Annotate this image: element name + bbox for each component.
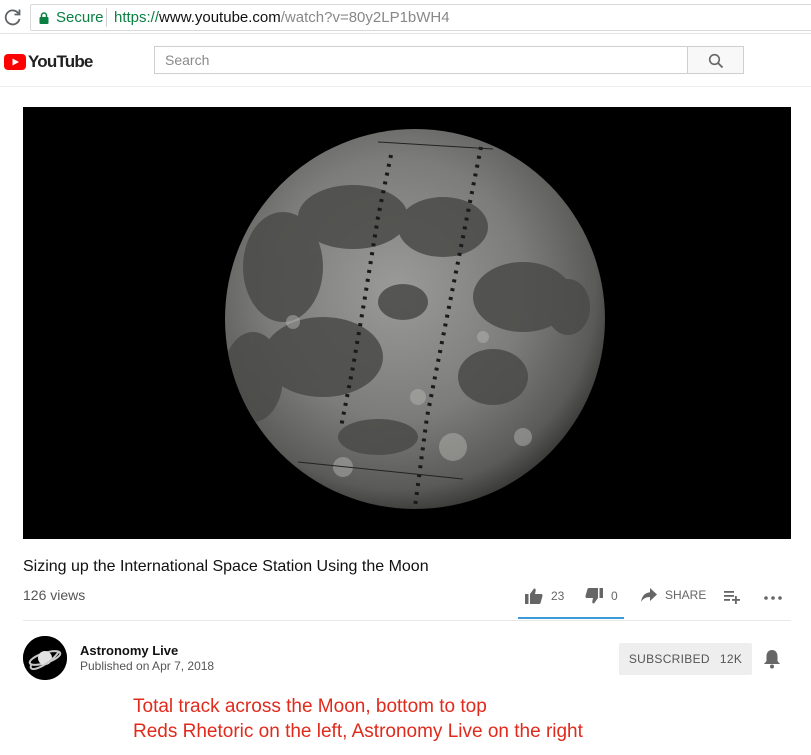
url-separator [106,8,107,27]
divider [23,620,791,621]
video-player[interactable] [23,107,791,539]
url-protocol: https:// [114,9,160,26]
like-button[interactable]: 23 [525,588,564,604]
share-icon [641,588,657,602]
lock-icon [39,12,49,24]
thumbs-up-icon [525,588,543,604]
search-button[interactable] [687,46,744,74]
view-count: 126 views [23,587,86,603]
add-to-playlist-icon [724,591,740,604]
thumbs-down-icon [585,588,603,604]
logo-text: YouTube [28,52,93,71]
youtube-logo[interactable]: YouTube [4,52,93,72]
moon [225,129,605,509]
dislike-count: 0 [611,589,618,603]
url-host: www.youtube.com [159,9,281,26]
url-path: /watch?v=80y2LP1bWH4 [280,9,450,26]
add-to-playlist-button[interactable] [724,590,740,604]
subscriber-count: 12K [719,652,743,666]
reload-icon[interactable] [3,7,23,27]
publish-date: Published on Apr 7, 2018 [80,659,215,673]
annotation-line-1: Total track across the Moon, bottom to t… [133,696,487,717]
share-label: SHARE [665,588,707,602]
search-input[interactable] [155,47,687,73]
secure-label: Secure [56,9,104,26]
more-icon [764,596,782,600]
dislike-button[interactable]: 0 [585,588,618,604]
channel-avatar[interactable] [23,636,67,680]
channel-name[interactable]: Astronomy Live [80,643,178,658]
video-frame [23,107,791,539]
subscribe-label: SUBSCRIBED [628,652,710,666]
address-bar[interactable]: Secure https://www.youtube.com/watch?v=8… [30,4,811,31]
url-text[interactable]: https://www.youtube.com/watch?v=80y2LP1b… [114,9,450,26]
search-icon [708,53,724,69]
youtube-logo-icon [4,54,26,70]
like-count: 23 [551,589,565,603]
more-actions-button[interactable] [764,596,782,600]
video-title: Sizing up the International Space Statio… [23,558,429,575]
app: Secure https://www.youtube.com/watch?v=8… [0,0,811,755]
subscribe-button[interactable]: SUBSCRIBED 12K [619,643,752,675]
search-box [154,46,687,74]
annotation-line-2: Reds Rhetoric on the left, Astronomy Liv… [133,721,583,742]
like-ratio-bar [518,617,624,619]
saturn-icon [23,636,67,680]
share-button[interactable]: SHARE [641,588,706,602]
bell-icon[interactable] [763,649,781,669]
youtube-header: YouTube [0,35,811,87]
browser-toolbar: Secure https://www.youtube.com/watch?v=8… [0,0,811,34]
